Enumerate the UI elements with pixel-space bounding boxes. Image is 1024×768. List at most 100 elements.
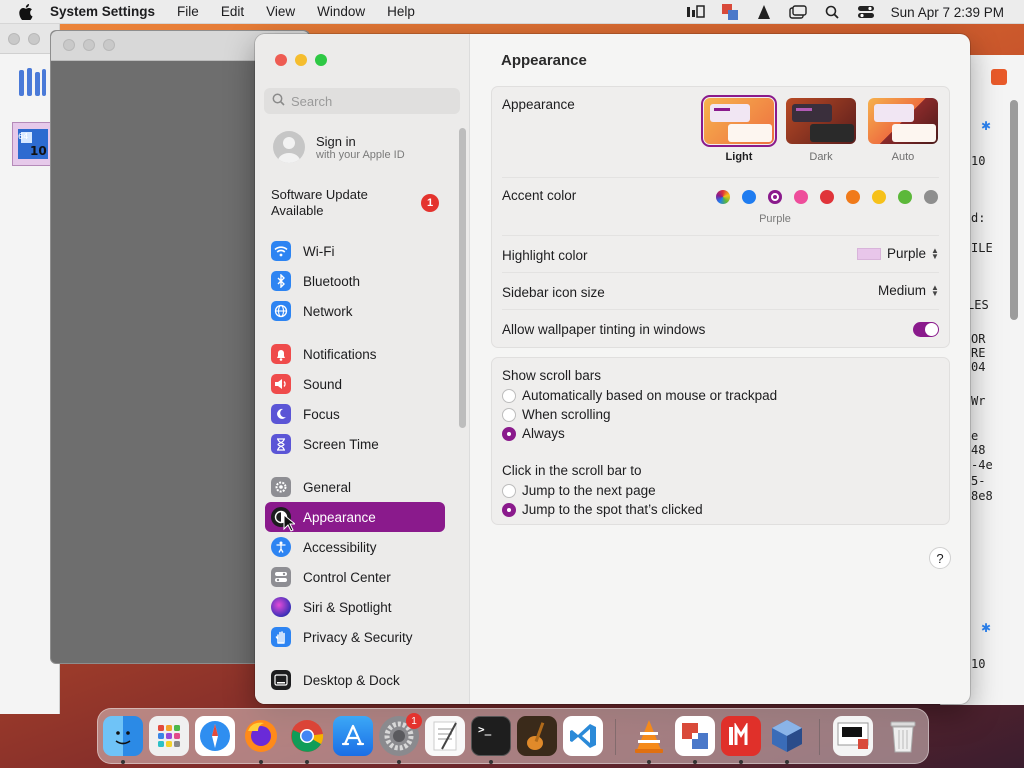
radio-button-selected[interactable] — [502, 502, 516, 517]
sidebar-item-accessibility[interactable]: Accessibility — [265, 532, 445, 562]
appearance-dark-label: Dark — [809, 151, 833, 163]
garageband-icon[interactable] — [517, 716, 557, 756]
trash-icon[interactable] — [883, 716, 923, 756]
scroll-bars-option-auto[interactable]: Automatically based on mouse or trackpad — [502, 388, 777, 403]
accent-color-swatch[interactable] — [898, 190, 912, 204]
sidebar-item-general[interactable]: General — [265, 472, 445, 502]
sidebar-item-network[interactable]: Network — [265, 296, 445, 326]
search-input[interactable] — [291, 93, 451, 109]
sidebar-item-privacy-security[interactable]: Privacy & Security — [265, 622, 445, 652]
textedit-icon[interactable] — [425, 716, 465, 756]
scroll-bars-option-always[interactable]: Always — [502, 426, 565, 441]
menu-view[interactable]: View — [266, 4, 295, 19]
sidebar-item-screen-time[interactable]: Screen Time — [265, 429, 445, 459]
bg-text: -4e — [971, 458, 993, 472]
appearance-light-option[interactable] — [701, 95, 777, 147]
sidebar-item-wifi[interactable]: Wi-Fi — [265, 236, 445, 266]
sidebar-item-label: Control Center — [303, 569, 391, 585]
parallels-status-icon[interactable] — [713, 0, 747, 24]
window-control-dot — [8, 33, 20, 45]
sidebar-item-sound[interactable]: Sound — [265, 369, 445, 399]
accent-color-swatch[interactable] — [742, 190, 756, 204]
app-store-icon[interactable] — [333, 716, 373, 756]
mindmac-icon[interactable] — [721, 716, 761, 756]
accent-color-swatch[interactable] — [872, 190, 886, 204]
vscode-icon[interactable] — [563, 716, 603, 756]
click-option-spot[interactable]: Jump to the spot that’s clicked — [502, 502, 703, 517]
accent-color-swatch[interactable] — [794, 190, 808, 204]
appearance-dark-option[interactable] — [786, 98, 856, 144]
chrome-icon[interactable] — [287, 716, 327, 756]
accent-color-swatch[interactable] — [716, 190, 730, 204]
menu-file[interactable]: File — [177, 4, 199, 19]
click-option-next-page[interactable]: Jump to the next page — [502, 483, 656, 498]
bell-icon — [271, 344, 291, 364]
zoom-button[interactable] — [315, 54, 327, 66]
highlight-color-popup[interactable]: Purple ▲ ▼ — [856, 246, 939, 261]
firefox-icon[interactable] — [241, 716, 281, 756]
toggle-knob — [925, 323, 938, 336]
accent-color-swatch[interactable] — [820, 190, 834, 204]
control-center-icon — [271, 567, 291, 587]
minimize-button[interactable] — [295, 54, 307, 66]
vlc-icon[interactable] — [629, 716, 669, 756]
terminal-icon[interactable]: >_ — [471, 716, 511, 756]
menu-edit[interactable]: Edit — [221, 4, 244, 19]
appearance-auto-option[interactable] — [868, 98, 938, 144]
help-button[interactable]: ? — [929, 547, 951, 569]
finder-icon[interactable] — [103, 716, 143, 756]
wallpaper-tinting-toggle[interactable] — [913, 322, 939, 337]
app-menu[interactable]: System Settings — [50, 4, 155, 19]
virtualbox-icon[interactable] — [767, 716, 807, 756]
thumb-window — [792, 104, 832, 122]
sidebar-scrollbar[interactable] — [459, 128, 466, 428]
accent-color-swatch[interactable] — [768, 190, 782, 204]
sidebar-icon-size-popup[interactable]: Medium ▲ ▼ — [878, 283, 939, 298]
close-button[interactable] — [275, 54, 287, 66]
parallels-icon[interactable] — [675, 716, 715, 756]
apple-id-signin[interactable]: Sign in with your Apple ID — [273, 131, 405, 163]
background-scrollbar[interactable] — [1010, 100, 1018, 320]
sidebar: Sign in with your Apple ID Software Upda… — [255, 34, 470, 704]
tools-app-icon[interactable] — [16, 66, 48, 98]
radio-button[interactable] — [502, 483, 516, 498]
launchpad-icon[interactable] — [149, 716, 189, 756]
control-center-icon[interactable] — [849, 0, 883, 24]
gear-icon — [271, 477, 291, 497]
vlc-status-icon[interactable] — [747, 0, 781, 24]
thumb-accent — [796, 108, 812, 111]
windows-vm-icon[interactable]: 64 10 — [12, 122, 52, 166]
thumb-window — [810, 124, 854, 142]
scroll-bars-option-scrolling[interactable]: When scrolling — [502, 407, 611, 422]
spotlight-search-icon[interactable] — [815, 0, 849, 24]
notification-badge: 1 — [406, 713, 422, 729]
accent-color-swatch[interactable] — [846, 190, 860, 204]
menu-window[interactable]: Window — [317, 4, 365, 19]
accent-color-swatch[interactable] — [924, 190, 938, 204]
radio-label: When scrolling — [522, 407, 611, 422]
status-menu-icon[interactable] — [679, 0, 713, 24]
menu-help[interactable]: Help — [387, 4, 415, 19]
screen-icon[interactable] — [833, 716, 873, 756]
bg-app-icon — [991, 69, 1007, 85]
safari-icon[interactable] — [195, 716, 235, 756]
sidebar-item-focus[interactable]: Focus — [265, 399, 445, 429]
sidebar-item-bluetooth[interactable]: Bluetooth — [265, 266, 445, 296]
terminal-prompt: >_ — [478, 723, 492, 736]
sidebar-item-siri-spotlight[interactable]: Siri & Spotlight — [265, 592, 445, 622]
apple-menu-icon[interactable] — [16, 2, 36, 22]
clock[interactable]: Sun Apr 7 2:39 PM — [891, 5, 1004, 20]
radio-button-selected[interactable] — [502, 426, 516, 441]
sidebar-item-notifications[interactable]: Notifications — [265, 339, 445, 369]
window-status-icon[interactable] — [781, 0, 815, 24]
sidebar-item-desktop-dock[interactable]: Desktop & Dock — [265, 665, 445, 695]
bg-text: 10 — [971, 657, 986, 671]
sidebar-item-control-center[interactable]: Control Center — [265, 562, 445, 592]
divider — [502, 235, 939, 236]
radio-button[interactable] — [502, 407, 516, 422]
bg-text: ILE — [971, 241, 993, 255]
radio-button[interactable] — [502, 388, 516, 403]
sidebar-icon-size-label: Sidebar icon size — [502, 285, 605, 300]
hourglass-icon — [271, 434, 291, 454]
search-field[interactable] — [264, 88, 460, 114]
